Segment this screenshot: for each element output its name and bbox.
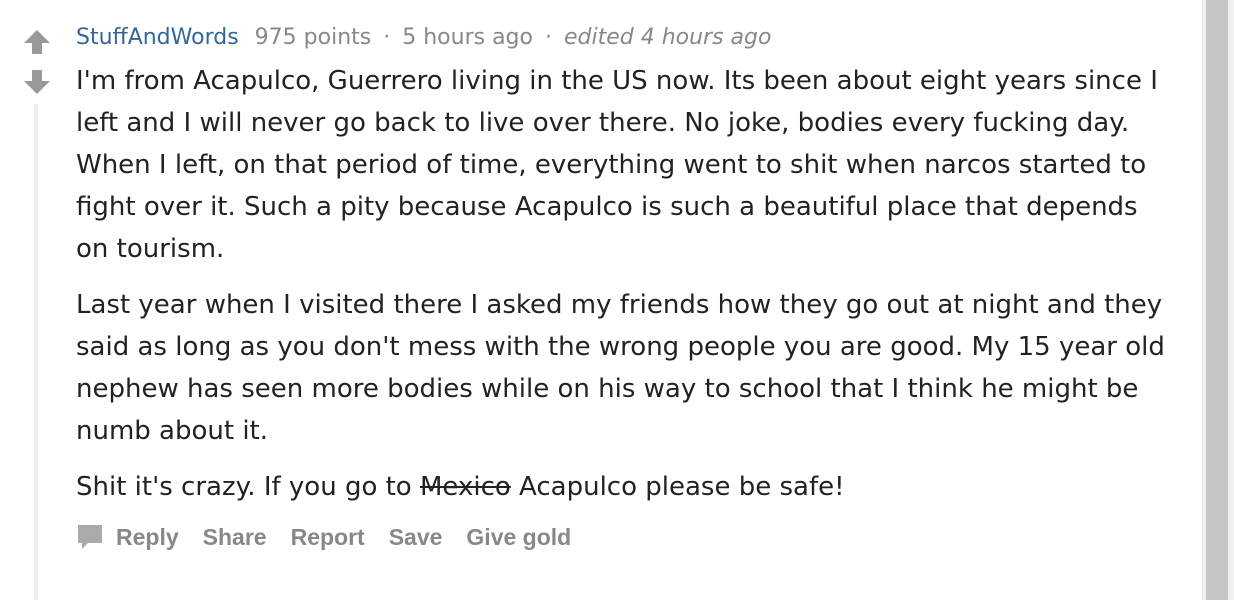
separator: · <box>383 25 391 50</box>
author-link[interactable]: StuffAndWords <box>76 25 239 50</box>
strikethrough-text: Mexico <box>419 472 511 502</box>
scrollbar-thumb[interactable] <box>1206 0 1228 600</box>
upvote-icon[interactable] <box>24 30 50 54</box>
comment-tagline: StuffAndWords 975 points · 5 hours ago · edit… <box>76 22 1166 54</box>
paragraph-text: Shit it's crazy. If you go to <box>76 472 420 502</box>
thread-collapse-line[interactable] <box>34 104 38 600</box>
report-button[interactable]: Report <box>291 524 365 551</box>
downvote-icon[interactable] <box>24 70 50 94</box>
timestamp[interactable]: 5 hours ago <box>402 25 533 50</box>
comment-actions: Reply Share Report Save Give gold <box>76 520 595 554</box>
paragraph-text: Acapulco please be safe! <box>510 472 845 502</box>
comment-body: I'm from Acapulco, Guerrero living in th… <box>76 60 1166 508</box>
reply-button[interactable]: Reply <box>76 523 179 551</box>
comment-paragraph: Shit it's crazy. If you go to Mexico Aca… <box>76 466 1166 508</box>
comment-page: StuffAndWords 975 points · 5 hours ago · edit… <box>0 0 1234 600</box>
give-gold-button[interactable]: Give gold <box>466 524 571 551</box>
edited-timestamp: edited 4 hours ago <box>563 25 772 50</box>
share-button[interactable]: Share <box>203 524 267 551</box>
reply-label: Reply <box>116 523 179 550</box>
comment: StuffAndWords 975 points · 5 hours ago · edit… <box>76 22 1166 522</box>
comment-paragraph: Last year when I visited there I asked m… <box>76 290 1165 446</box>
save-button[interactable]: Save <box>389 524 443 551</box>
comment-paragraph: I'm from Acapulco, Guerrero living in th… <box>76 66 1158 264</box>
separator: · <box>544 25 552 50</box>
speech-bubble-icon <box>76 523 104 551</box>
score: 975 points <box>254 25 372 50</box>
